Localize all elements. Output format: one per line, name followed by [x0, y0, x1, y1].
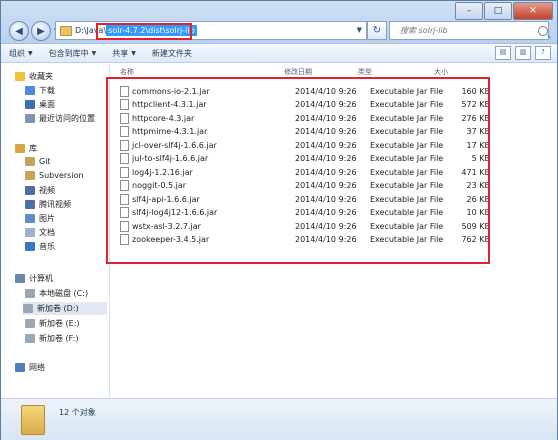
folder-icon	[60, 25, 72, 36]
share-button[interactable]: 共享 ▼	[104, 48, 144, 59]
nav-label: 视频	[39, 186, 55, 195]
window-controls: – □ ✕	[454, 2, 553, 20]
recent-places-icon	[25, 114, 35, 123]
chevron-down-icon: ▼	[28, 49, 33, 57]
nav-favorites[interactable]: 收藏夹	[15, 71, 53, 82]
nav-recent[interactable]: 最近访问的位置	[25, 113, 95, 124]
library-icon	[15, 144, 25, 153]
nav-drive-f[interactable]: 新加卷 (F:)	[25, 333, 78, 344]
nav-label: 图片	[39, 214, 55, 223]
search-box[interactable]	[389, 21, 549, 40]
drive-icon	[23, 304, 33, 313]
organize-label: 组织	[9, 48, 25, 58]
refresh-button[interactable]: ↻	[367, 21, 387, 40]
navigation-pane: 收藏夹 下载 桌面 最近访问的位置 库 Git Subversion 视频 腾讯…	[1, 63, 110, 397]
nav-label: 新加卷 (E:)	[39, 319, 80, 328]
column-header-size[interactable]: 大小	[434, 67, 448, 77]
chevron-down-icon: ▼	[91, 49, 97, 57]
nav-buttons: ◀ ▶ ▼	[9, 21, 59, 41]
forward-arrow-icon: ▶	[37, 25, 45, 37]
drive-icon	[25, 334, 35, 343]
star-icon	[15, 72, 25, 81]
forward-button[interactable]: ▶	[31, 21, 51, 41]
title-bar: – □ ✕ ◀ ▶ ▼ D:\Java\solr-4.7.2\dist\solr…	[1, 1, 557, 44]
nav-drive-e[interactable]: 新加卷 (E:)	[25, 318, 80, 329]
nav-label: 计算机	[29, 274, 53, 283]
nav-label: 网络	[29, 363, 45, 372]
nav-tencent-video[interactable]: 腾讯视频	[25, 199, 71, 210]
drive-icon	[25, 319, 35, 328]
nav-label: 下载	[39, 86, 55, 95]
column-header-type[interactable]: 类型	[358, 67, 372, 77]
nav-desktop[interactable]: 桌面	[25, 99, 55, 110]
nav-label: 桌面	[39, 100, 55, 109]
refresh-icon: ↻	[372, 25, 382, 36]
column-headers: 名称 修改日期 类型 大小	[110, 65, 556, 77]
status-bar: 12 个对象	[1, 398, 557, 440]
nav-label: 腾讯视频	[39, 200, 71, 209]
video-icon	[25, 200, 35, 209]
files-highlight-annotation	[106, 77, 490, 264]
item-count: 12 个对象	[59, 408, 96, 417]
nav-downloads[interactable]: 下载	[25, 85, 55, 96]
nav-git[interactable]: Git	[25, 157, 51, 166]
back-arrow-icon: ◀	[15, 25, 23, 37]
column-header-modified[interactable]: 修改日期	[284, 67, 312, 77]
nav-label: Git	[39, 157, 51, 166]
drive-icon	[25, 289, 35, 298]
help-icon[interactable]: ?	[535, 46, 551, 60]
minimize-button[interactable]: –	[455, 2, 483, 20]
explorer-window: – □ ✕ ◀ ▶ ▼ D:\Java\solr-4.7.2\dist\solr…	[0, 0, 558, 440]
pictures-icon	[25, 214, 35, 223]
maximize-button[interactable]: □	[484, 2, 512, 20]
computer-icon	[15, 274, 25, 283]
search-icon[interactable]	[538, 25, 548, 36]
music-icon	[25, 242, 35, 251]
nav-label: 新加卷 (F:)	[39, 334, 79, 343]
organize-button[interactable]: 组织 ▼	[1, 48, 41, 59]
nav-network[interactable]: 网络	[15, 362, 45, 373]
video-icon	[25, 186, 35, 195]
nav-label: 音乐	[39, 242, 55, 251]
network-icon	[15, 363, 25, 372]
nav-label: Subversion	[39, 171, 84, 180]
nav-libraries[interactable]: 库	[15, 143, 37, 154]
command-bar: 组织 ▼ 包含到库中 ▼ 共享 ▼ 新建文件夹 ▤ ▥ ?	[1, 44, 557, 63]
view-controls: ▤ ▥ ?	[491, 46, 551, 60]
view-options-icon[interactable]: ▤	[495, 46, 511, 60]
include-library-label: 包含到库中	[48, 48, 89, 58]
nav-label: 本地磁盘 (C:)	[39, 289, 89, 298]
folder-icon	[25, 171, 35, 180]
nav-drive-c[interactable]: 本地磁盘 (C:)	[25, 288, 88, 299]
close-button[interactable]: ✕	[513, 2, 553, 20]
nav-label: 最近访问的位置	[39, 114, 95, 123]
nav-documents[interactable]: 文档	[25, 227, 55, 238]
nav-label: 收藏夹	[29, 72, 53, 81]
nav-music[interactable]: 音乐	[25, 241, 55, 252]
address-dropdown-icon[interactable]: ▼	[357, 26, 362, 34]
nav-label: 新加卷 (D:)	[37, 304, 79, 313]
documents-icon	[25, 228, 35, 237]
folder-icon	[21, 405, 45, 435]
address-highlight-annotation	[96, 23, 192, 40]
download-icon	[25, 86, 35, 95]
chevron-down-icon: ▼	[131, 49, 136, 57]
new-folder-label: 新建文件夹	[151, 48, 192, 58]
nav-pictures[interactable]: 图片	[25, 213, 55, 224]
column-header-name[interactable]: 名称	[120, 67, 134, 77]
new-folder-button[interactable]: 新建文件夹	[144, 48, 200, 59]
back-button[interactable]: ◀	[9, 21, 29, 41]
search-input[interactable]	[398, 25, 539, 36]
nav-drive-d[interactable]: 新加卷 (D:)	[23, 302, 107, 315]
desktop-icon	[25, 100, 35, 109]
nav-label: 库	[29, 144, 37, 153]
preview-pane-icon[interactable]: ▥	[515, 46, 531, 60]
nav-computer[interactable]: 计算机	[15, 273, 53, 284]
include-library-button[interactable]: 包含到库中 ▼	[41, 48, 105, 59]
nav-videos[interactable]: 视频	[25, 185, 55, 196]
share-label: 共享	[112, 48, 129, 58]
nav-label: 文档	[39, 228, 55, 237]
nav-subversion[interactable]: Subversion	[25, 171, 84, 180]
folder-icon	[25, 157, 35, 166]
